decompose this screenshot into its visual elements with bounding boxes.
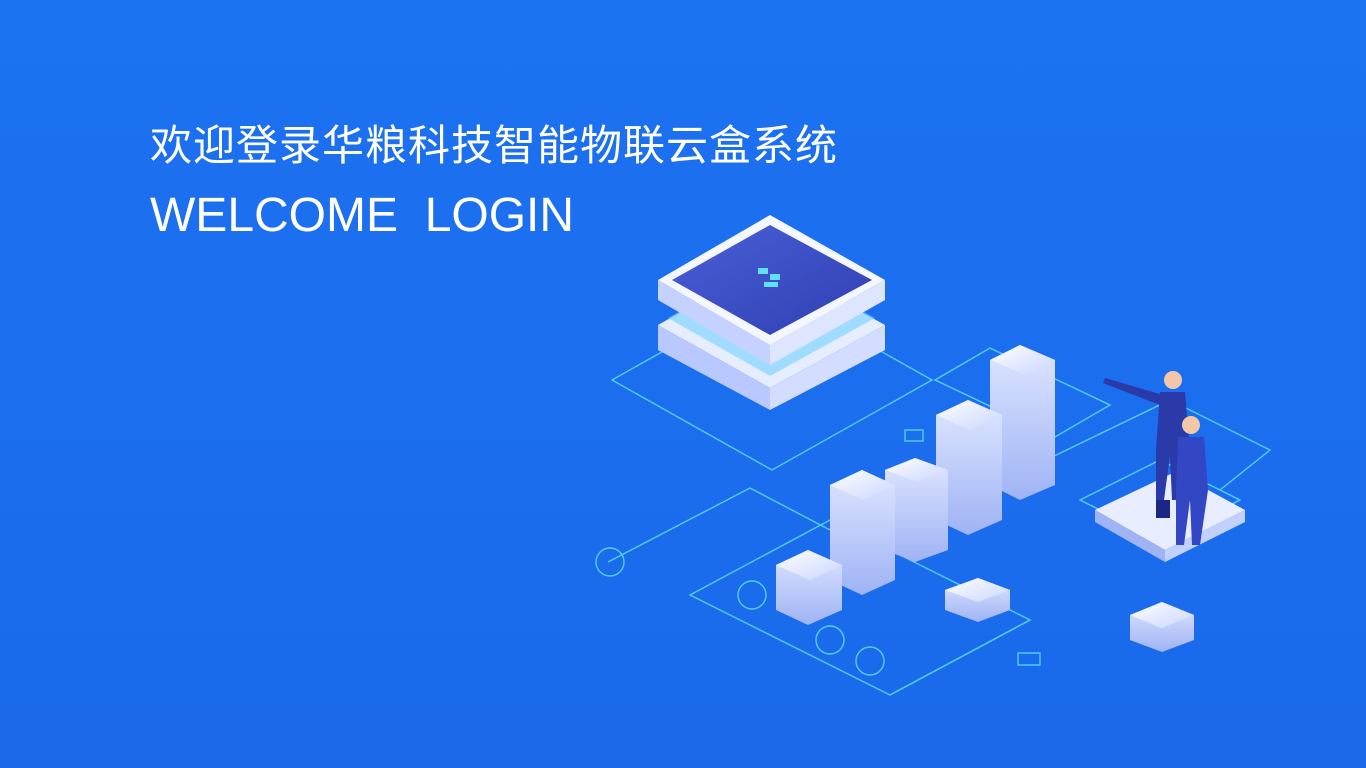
- iot-cloud-box-illustration: [595, 215, 1272, 696]
- welcome-title-english: WELCOME LOGIN: [150, 189, 575, 242]
- cloud-box-chip: [658, 215, 885, 410]
- welcome-title-chinese: 欢迎登录华粮科技智能物联云盒系统: [150, 121, 839, 170]
- login-welcome-background: 欢迎登录华粮科技智能物联云盒系统 WELCOME LOGIN: [0, 0, 1366, 768]
